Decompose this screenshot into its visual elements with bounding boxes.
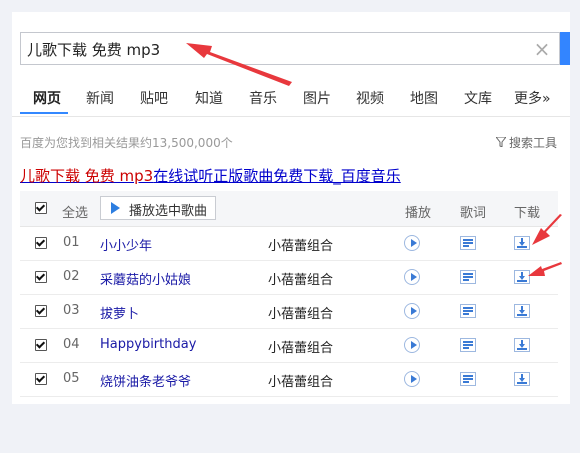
arrow-to-download-row2-icon (528, 262, 562, 276)
arrow-to-download-row1-icon (532, 214, 562, 245)
arrow-to-search-icon (186, 43, 292, 86)
annotation-arrows (186, 43, 562, 276)
